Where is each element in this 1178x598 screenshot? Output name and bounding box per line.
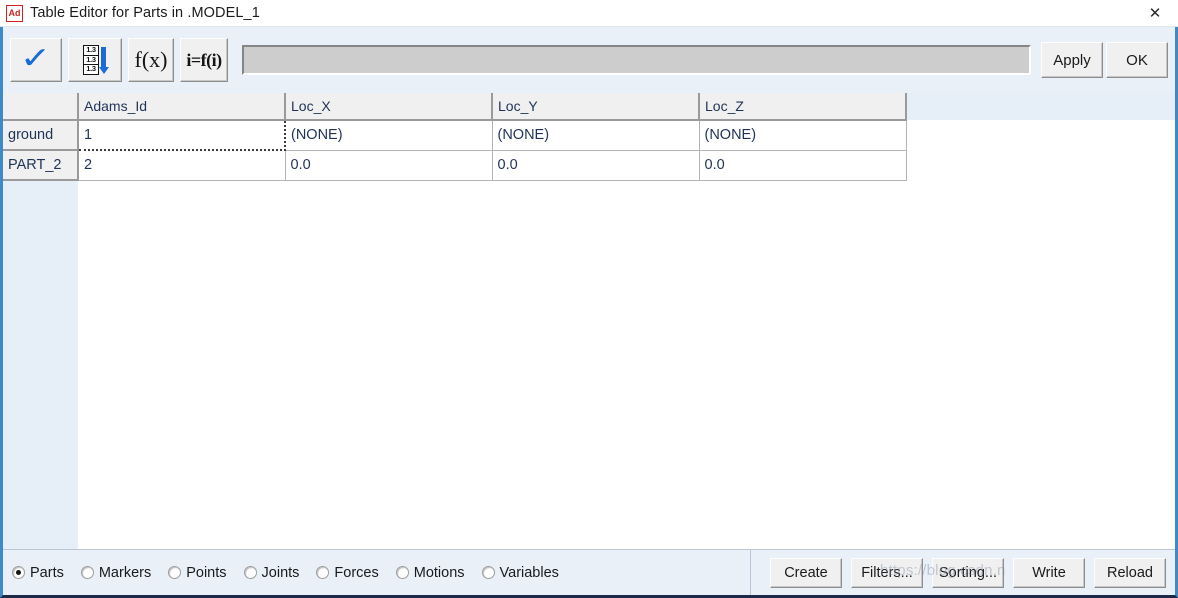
radio-label-points: Points bbox=[186, 564, 227, 581]
row-header-part-2[interactable]: PART_2 bbox=[3, 150, 79, 181]
table-editor-window: Ad Table Editor for Parts in .MODEL_1 ✕ … bbox=[0, 0, 1178, 598]
radio-parts[interactable]: Parts bbox=[12, 565, 64, 581]
window-frame: ✓ 1.3 1.3 1.3 f(x) i=f(i) Apply OK Adams… bbox=[0, 27, 1178, 598]
radio-label-motions: Motions bbox=[413, 564, 465, 581]
row-header-ground[interactable]: ground bbox=[3, 120, 79, 151]
fill-down-button[interactable]: 1.3 1.3 1.3 bbox=[68, 38, 122, 82]
apply-check-button[interactable]: ✓ bbox=[10, 38, 62, 82]
cell-ground-loc-y[interactable]: (NONE) bbox=[492, 120, 700, 151]
write-button[interactable]: Write bbox=[1013, 557, 1085, 588]
table-area: Adams_Id Loc_X Loc_Y Loc_Z ground 1 (NON… bbox=[3, 93, 1175, 549]
radio-label-parts: Parts bbox=[30, 564, 64, 581]
toolbar: ✓ 1.3 1.3 1.3 f(x) i=f(i) Apply OK bbox=[3, 27, 1175, 93]
radio-motions[interactable]: Motions bbox=[395, 564, 465, 581]
radio-variables[interactable]: Variables bbox=[481, 564, 559, 581]
action-button-group: Create Filters... Sorting... Write Reloa… bbox=[749, 550, 1175, 595]
reload-button[interactable]: Reload bbox=[1094, 557, 1166, 588]
arrow-down-icon bbox=[98, 46, 109, 74]
sorting-button[interactable]: Sorting... bbox=[931, 557, 1004, 588]
apply-button[interactable]: Apply bbox=[1041, 42, 1103, 78]
filters-button[interactable]: Filters... bbox=[850, 557, 923, 588]
function-fx-icon: f(x) bbox=[134, 47, 168, 72]
fill-down-icon: 1.3 1.3 1.3 bbox=[83, 45, 109, 75]
formula-input[interactable] bbox=[242, 45, 1031, 75]
cell-part2-loc-y[interactable]: 0.0 bbox=[492, 150, 700, 181]
cell-part2-loc-x[interactable]: 0.0 bbox=[285, 150, 493, 181]
iterative-function-button[interactable]: i=f(i) bbox=[180, 38, 228, 82]
radio-dot-icon bbox=[243, 566, 257, 579]
title-bar: Ad Table Editor for Parts in .MODEL_1 ✕ bbox=[0, 0, 1178, 27]
cell-part2-loc-z[interactable]: 0.0 bbox=[699, 150, 907, 181]
radio-label-forces: Forces bbox=[334, 564, 379, 581]
entity-type-radio-group: Parts Markers Points Joints Forces Motio… bbox=[3, 565, 750, 581]
radio-dot-icon bbox=[168, 566, 182, 579]
table-corner-cell bbox=[3, 93, 79, 121]
iterative-function-icon: i=f(i) bbox=[186, 50, 222, 70]
radio-dot-icon bbox=[395, 566, 409, 579]
radio-dot-icon bbox=[12, 566, 25, 579]
radio-dot-icon bbox=[316, 566, 330, 579]
parts-table: Adams_Id Loc_X Loc_Y Loc_Z ground 1 (NON… bbox=[3, 93, 907, 181]
table-row: ground 1 (NONE) (NONE) (NONE) bbox=[3, 119, 907, 151]
radio-joints[interactable]: Joints bbox=[243, 564, 300, 581]
radio-markers[interactable]: Markers bbox=[80, 564, 152, 581]
radio-dot-icon bbox=[481, 566, 495, 579]
radio-label-markers: Markers bbox=[98, 564, 152, 581]
cell-ground-loc-z[interactable]: (NONE) bbox=[699, 120, 907, 151]
column-header-loc-z[interactable]: Loc_Z bbox=[699, 93, 907, 121]
bottom-bar: Parts Markers Points Joints Forces Motio… bbox=[3, 549, 1175, 595]
column-header-loc-y[interactable]: Loc_Y bbox=[492, 93, 700, 121]
radio-forces[interactable]: Forces bbox=[316, 564, 379, 581]
column-header-loc-x[interactable]: Loc_X bbox=[285, 93, 493, 121]
column-header-adams-id[interactable]: Adams_Id bbox=[78, 93, 286, 121]
radio-label-variables: Variables bbox=[499, 564, 559, 581]
cell-part2-adams-id[interactable]: 2 bbox=[78, 150, 286, 181]
radio-points[interactable]: Points bbox=[168, 564, 227, 581]
radio-label-joints: Joints bbox=[261, 564, 300, 581]
function-button[interactable]: f(x) bbox=[128, 38, 174, 82]
cell-ground-loc-x[interactable]: (NONE) bbox=[285, 120, 493, 151]
window-title: Table Editor for Parts in .MODEL_1 bbox=[30, 5, 260, 21]
check-icon: ✓ bbox=[20, 42, 52, 75]
ok-button[interactable]: OK bbox=[1106, 42, 1168, 78]
create-button[interactable]: Create bbox=[769, 557, 842, 588]
table-row: PART_2 2 0.0 0.0 0.0 bbox=[3, 150, 907, 181]
cell-ground-adams-id[interactable]: 1 bbox=[77, 119, 286, 151]
adams-app-icon: Ad bbox=[6, 4, 23, 22]
close-icon[interactable]: ✕ bbox=[1132, 0, 1178, 27]
fill-cell-3: 1.3 bbox=[86, 64, 96, 74]
table-header-row: Adams_Id Loc_X Loc_Y Loc_Z bbox=[3, 93, 907, 121]
radio-dot-icon bbox=[80, 566, 94, 579]
